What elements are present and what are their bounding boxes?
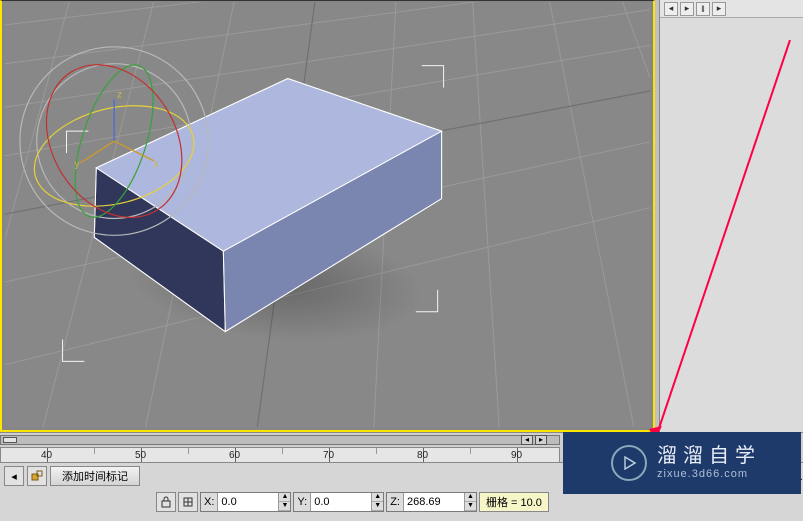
panel-back-icon[interactable]: ◂ bbox=[664, 2, 678, 16]
selection-lock-icon[interactable] bbox=[178, 492, 198, 512]
coord-y-spinner[interactable]: Y: ▲▼ bbox=[293, 492, 384, 512]
axis-label-x: x bbox=[154, 159, 159, 170]
coord-x-spinner[interactable]: X: ▲▼ bbox=[200, 492, 291, 512]
command-panel-toolbar: ◂ ▸ ‖ ▸ bbox=[660, 0, 803, 18]
panel-pause-icon[interactable]: ‖ bbox=[696, 2, 710, 16]
ruler-tick: 80 bbox=[417, 450, 428, 461]
watermark-title: 溜溜自学 bbox=[657, 444, 761, 468]
watermark: 溜溜自学 zixue.3d66.com bbox=[563, 432, 801, 494]
command-panel-body bbox=[660, 18, 803, 432]
spinner-up-icon[interactable]: ▲ bbox=[372, 493, 383, 502]
axis-label-z: z bbox=[117, 89, 122, 100]
viewport[interactable]: z x y bbox=[0, 0, 655, 432]
add-time-tag-label: 添加时间标记 bbox=[62, 468, 128, 484]
ruler-tick: 70 bbox=[323, 450, 334, 461]
timeline-scroll-right[interactable]: ▸ bbox=[535, 435, 547, 445]
spinner-down-icon[interactable]: ▼ bbox=[372, 502, 383, 511]
ruler-tick: 90 bbox=[511, 450, 522, 461]
coord-z-label: Z: bbox=[387, 493, 404, 511]
spinner-up-icon[interactable]: ▲ bbox=[279, 493, 290, 502]
timeline-scroll-left[interactable]: ◂ bbox=[521, 435, 533, 445]
add-time-tag-button[interactable]: 添加时间标记 bbox=[50, 466, 140, 486]
panel-fwd-icon[interactable]: ▸ bbox=[712, 2, 726, 16]
grid-readout: 栅格 = 10.0 bbox=[479, 492, 549, 512]
watermark-subtitle: zixue.3d66.com bbox=[657, 468, 761, 481]
timeline-scroll-thumb[interactable] bbox=[3, 437, 17, 443]
coord-y-input[interactable] bbox=[311, 493, 371, 511]
ruler-tick: 60 bbox=[229, 450, 240, 461]
coord-z-input[interactable] bbox=[404, 493, 464, 511]
axis-label-y: y bbox=[74, 159, 79, 170]
coord-x-label: X: bbox=[201, 493, 218, 511]
spinner-down-icon[interactable]: ▼ bbox=[465, 502, 476, 511]
coord-y-label: Y: bbox=[294, 493, 311, 511]
viewport-inner[interactable]: z x y bbox=[5, 2, 650, 427]
coord-z-spinner[interactable]: Z: ▲▼ bbox=[386, 492, 477, 512]
lock-icon[interactable] bbox=[156, 492, 176, 512]
coord-x-input[interactable] bbox=[218, 493, 278, 511]
panel-play-icon[interactable]: ▸ bbox=[680, 2, 694, 16]
time-tag-key-icon[interactable] bbox=[27, 466, 47, 486]
spinner-up-icon[interactable]: ▲ bbox=[465, 493, 476, 502]
timeline-ruler[interactable]: 40 50 60 70 80 90 bbox=[0, 447, 560, 463]
ruler-tick: 50 bbox=[135, 450, 146, 461]
timeline-scrollbar[interactable]: ◂ ▸ bbox=[0, 435, 560, 445]
spinner-down-icon[interactable]: ▼ bbox=[279, 502, 290, 511]
command-panel: ◂ ▸ ‖ ▸ bbox=[659, 0, 803, 432]
ruler-tick: 40 bbox=[41, 450, 52, 461]
time-tag-left-icon[interactable]: ◂ bbox=[4, 466, 24, 486]
rotate-gizmo[interactable]: z x y bbox=[5, 2, 650, 427]
watermark-play-icon bbox=[611, 445, 647, 481]
